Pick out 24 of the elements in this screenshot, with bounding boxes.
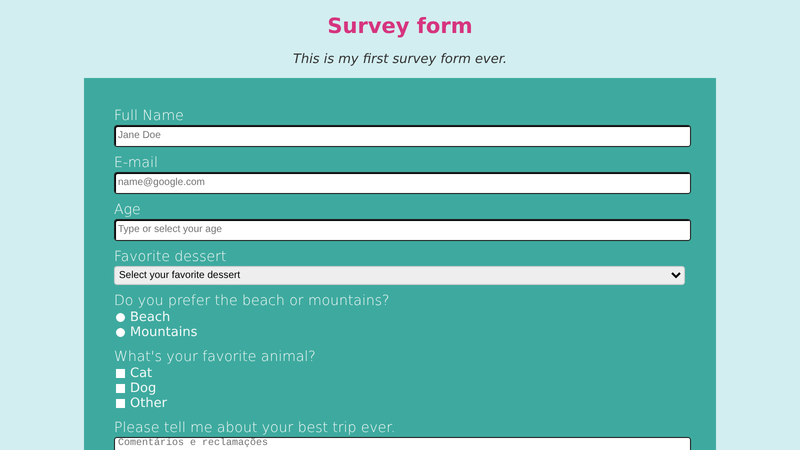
field-label: Age bbox=[114, 202, 141, 218]
dropdown-field[interactable]: Select your favorite dessert bbox=[114, 266, 686, 284]
text-field[interactable]: Type or select your age bbox=[114, 218, 691, 240]
text-field[interactable]: Jane Doe bbox=[114, 124, 691, 146]
checkbox[interactable] bbox=[116, 368, 125, 378]
field-label: Please tell me about your best trip ever. bbox=[114, 420, 396, 437]
field-label: What's your favorite animal? bbox=[114, 348, 316, 366]
radio-button[interactable] bbox=[116, 312, 125, 322]
option-label: Cat bbox=[130, 366, 152, 381]
radio-button[interactable] bbox=[116, 328, 125, 337]
field-label: E-mail bbox=[114, 154, 158, 172]
text-field[interactable]: name@google.com bbox=[114, 172, 691, 194]
option-label: Other bbox=[130, 396, 167, 411]
option-label: Beach bbox=[130, 310, 170, 325]
field-label: Full Name bbox=[114, 108, 184, 124]
checkbox[interactable] bbox=[116, 384, 125, 393]
checkbox[interactable] bbox=[116, 398, 125, 408]
option-label: Dog bbox=[130, 380, 156, 396]
field-label: Do you prefer the beach or mountains? bbox=[114, 292, 390, 310]
option-label: Mountains bbox=[130, 324, 198, 340]
field-label: Favorite dessert bbox=[114, 248, 226, 266]
page-title: Survey form bbox=[327, 13, 473, 40]
text-area[interactable]: Comentários e reclamações bbox=[114, 436, 691, 450]
page-subtitle: This is my first survey form ever. bbox=[293, 51, 507, 69]
